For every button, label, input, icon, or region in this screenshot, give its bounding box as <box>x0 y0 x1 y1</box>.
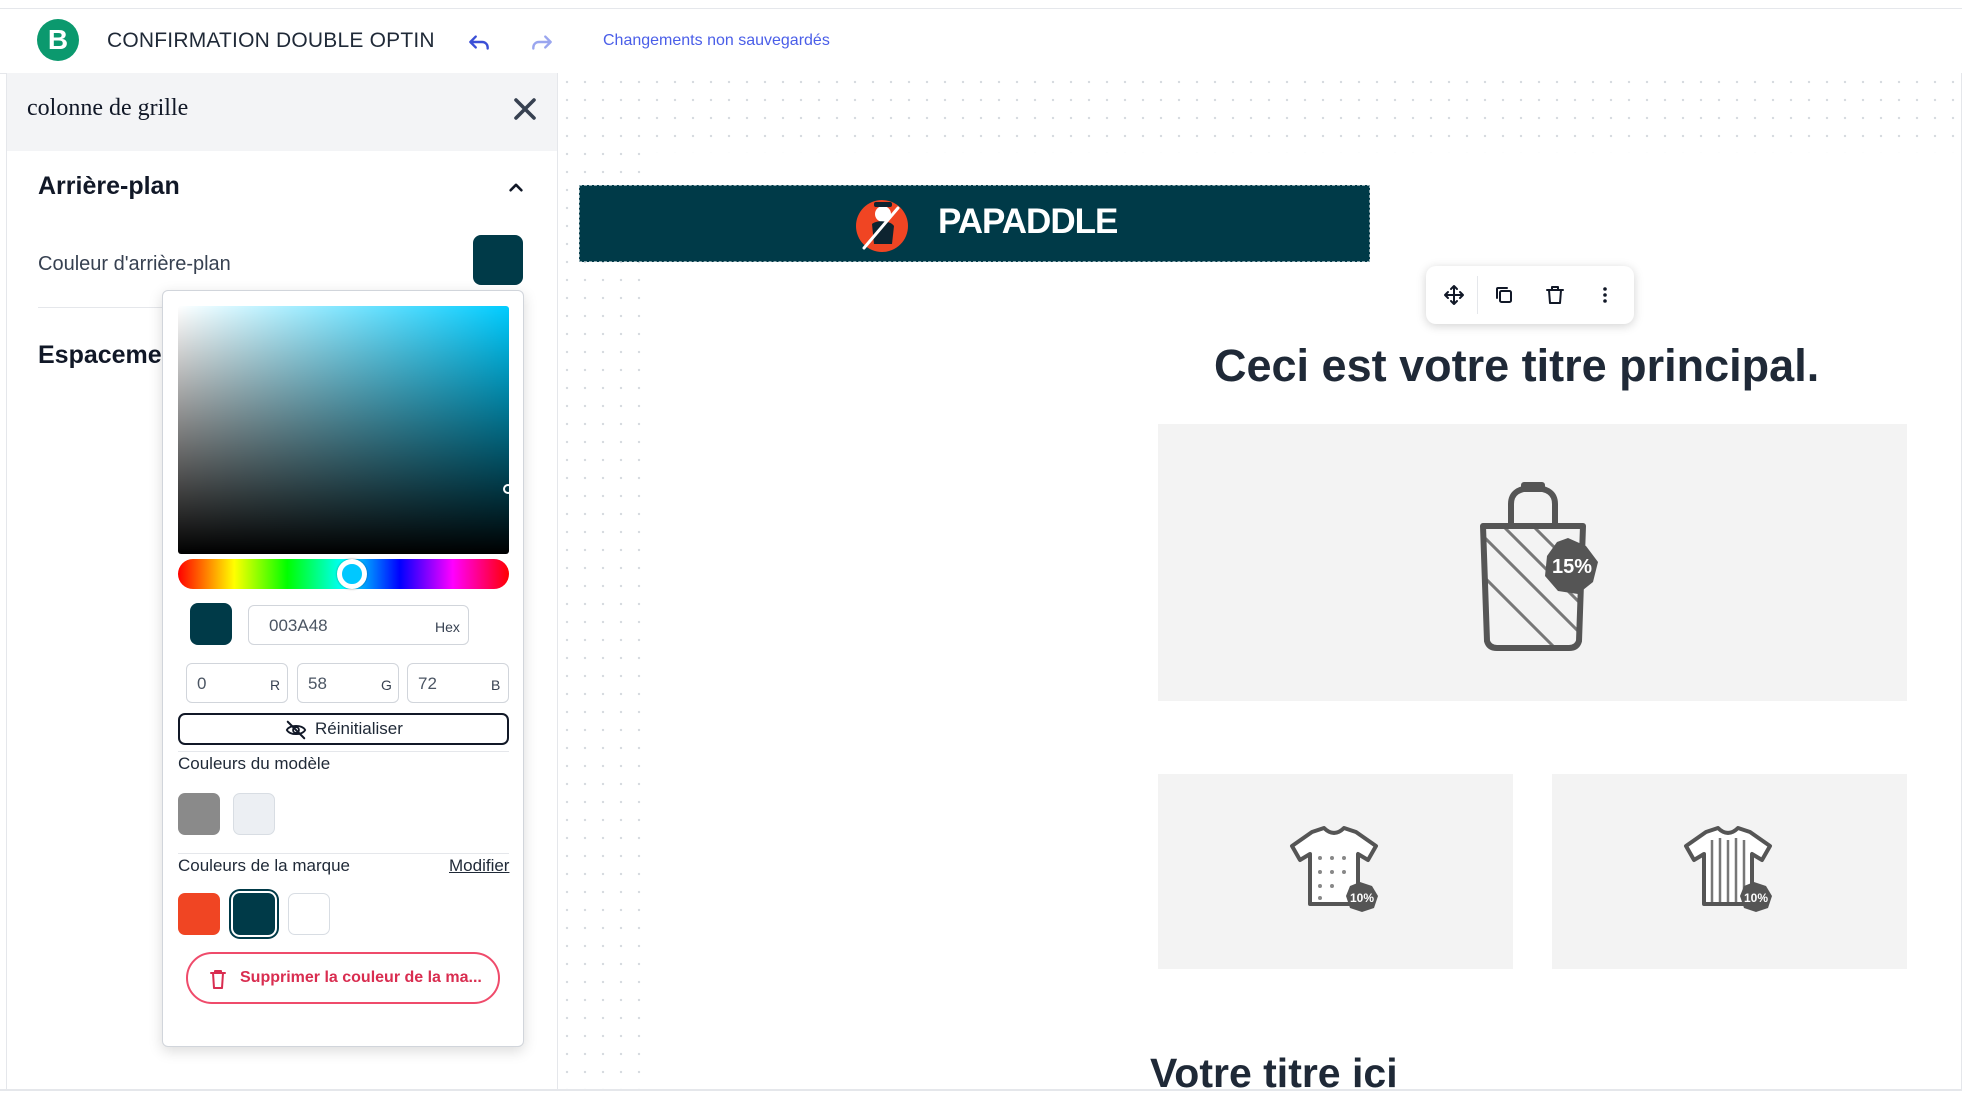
saturation-handle[interactable] <box>503 484 513 494</box>
spacing-section-title[interactable]: Espaceme <box>38 341 162 370</box>
template-colors-label: Couleurs du modèle <box>178 754 331 773</box>
brand-name: PAPADDLE <box>938 202 1118 241</box>
brevo-logo[interactable]: B <box>37 19 79 61</box>
block-toolbar <box>1426 266 1634 324</box>
duplicate-icon[interactable] <box>1492 283 1516 307</box>
eye-off-icon <box>285 720 307 740</box>
delete-brand-color-label: Supprimer la couleur de la ma... <box>240 969 482 986</box>
brand-colors-label: Couleurs de la marque <box>178 856 350 875</box>
unsaved-status: Changements non sauvegardés <box>603 32 830 49</box>
background-color-label: Couleur d'arrière-plan <box>38 253 231 275</box>
template-color-light[interactable] <box>233 793 275 835</box>
hex-label: Hex <box>435 619 460 635</box>
move-icon[interactable] <box>1442 283 1466 307</box>
delete-brand-color-button[interactable]: Supprimer la couleur de la ma... <box>186 952 500 1004</box>
document-title[interactable]: CONFIRMATION DOUBLE OPTIN <box>107 29 435 53</box>
email-header-column[interactable]: PAPADDLE <box>579 185 1370 262</box>
color-picker: 003A48 Hex 0 R 58 G 72 B Réinitialiser C… <box>162 290 524 1047</box>
top-bar: B CONFIRMATION DOUBLE OPTIN Changements … <box>0 8 1962 74</box>
discount-badge-small: 10% <box>1350 891 1374 905</box>
brand-color-orange[interactable] <box>178 893 220 935</box>
hero-image-block[interactable]: 15% <box>1158 424 1907 701</box>
product-image-block-2[interactable]: 10% <box>1552 774 1907 969</box>
dotted-tshirt-icon: 10% <box>1290 826 1378 912</box>
trash-icon <box>210 970 226 989</box>
template-color-gray[interactable] <box>178 793 220 835</box>
email-main-title[interactable]: Ceci est votre titre principal. <box>1214 340 1819 392</box>
discount-badge-small: 10% <box>1744 891 1768 905</box>
modify-brand-colors-link[interactable]: Modifier <box>449 856 509 876</box>
background-color-swatch[interactable] <box>473 235 523 285</box>
undo-icon[interactable] <box>466 29 492 55</box>
redo-icon[interactable] <box>529 29 555 55</box>
reset-button[interactable]: Réinitialiser <box>178 713 509 745</box>
hue-slider[interactable] <box>178 559 509 589</box>
hue-slider-thumb[interactable] <box>337 559 367 589</box>
brand-color-white[interactable] <box>288 893 330 935</box>
reset-label: Réinitialiser <box>315 719 403 738</box>
more-icon[interactable] <box>1593 283 1617 307</box>
chevron-up-icon[interactable] <box>503 174 529 200</box>
toolbar-divider <box>1477 276 1478 314</box>
picker-divider <box>178 853 509 854</box>
red-label: R <box>270 677 281 693</box>
sidebar-title: colonne de grille <box>27 95 189 121</box>
picker-divider <box>178 751 509 752</box>
sidebar-header: colonne de grille <box>7 73 557 151</box>
color-preview <box>190 603 232 645</box>
saturation-value-area[interactable] <box>178 306 513 554</box>
product-image-block-1[interactable]: 10% <box>1158 774 1513 969</box>
close-icon[interactable] <box>507 91 543 127</box>
green-label: G <box>381 677 392 693</box>
brand-color-dark-selected[interactable] <box>233 893 275 935</box>
striped-tshirt-icon: 10% <box>1684 826 1772 912</box>
shopping-bag-icon: 15% <box>1480 482 1598 651</box>
blue-label: B <box>491 677 501 693</box>
trash-icon[interactable] <box>1543 283 1567 307</box>
background-section-title[interactable]: Arrière-plan <box>38 172 180 201</box>
discount-badge-big: 15% <box>1552 556 1592 578</box>
papaddle-mascot-logo <box>856 200 908 252</box>
